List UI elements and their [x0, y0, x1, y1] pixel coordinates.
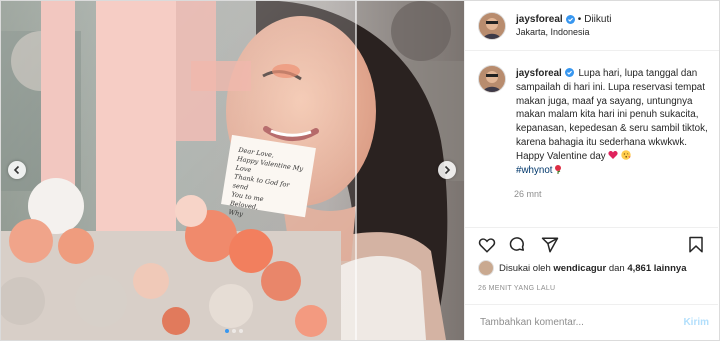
comments-section: jaysforeal Lupa hari, lupa tanggal dan s…	[478, 65, 708, 199]
caption-text-block: jaysforeal Lupa hari, lupa tanggal dan s…	[516, 67, 708, 177]
bookmark-icon	[689, 236, 703, 253]
share-button[interactable]	[541, 236, 559, 254]
carousel-prev-button[interactable]	[8, 161, 26, 179]
carousel-dot	[239, 329, 243, 333]
post-comment-button[interactable]: Kirim	[683, 317, 709, 328]
heart-outline-icon	[478, 238, 496, 253]
liker-avatar[interactable]	[478, 260, 494, 276]
instagram-post: Dear Love, Happy Valentine My Love Thank…	[0, 0, 720, 341]
caption-username-link[interactable]: jaysforeal	[516, 68, 562, 79]
verified-badge-icon	[565, 14, 575, 24]
avatar-image	[479, 12, 505, 39]
paper-plane-icon	[541, 237, 559, 253]
hashtag-link[interactable]: #whynot	[516, 165, 553, 176]
caption-author-avatar[interactable]	[478, 65, 506, 93]
posted-timestamp[interactable]: 26 MENIT YANG LALU	[478, 285, 555, 292]
save-button[interactable]	[687, 236, 705, 254]
follow-status-button[interactable]: Diikuti	[584, 13, 611, 26]
comment-button[interactable]	[509, 236, 527, 254]
author-avatar[interactable]	[478, 11, 506, 40]
like-button[interactable]	[478, 236, 496, 254]
likes-connector: dan	[608, 262, 625, 274]
comment-input[interactable]	[478, 316, 672, 329]
face-blowing-kiss-emoji-icon	[621, 150, 631, 160]
carousel-indicator	[225, 329, 243, 333]
header-separator: •	[577, 13, 582, 25]
verified-badge-icon	[564, 68, 574, 77]
likes-prefix: Disukai oleh	[499, 262, 551, 274]
caption-comment: jaysforeal Lupa hari, lupa tanggal dan s…	[478, 65, 708, 177]
post-header: jaysforeal • Diikuti Jakarta, Indonesia	[465, 1, 719, 51]
likes-count-link[interactable]: 4,861 lainnya	[627, 263, 686, 274]
location-link[interactable]: Jakarta, Indonesia	[516, 26, 611, 39]
carousel-dot	[225, 329, 229, 333]
chevron-right-icon	[444, 165, 451, 175]
carousel-next-button[interactable]	[438, 161, 456, 179]
handwritten-card-note: Dear Love, Happy Valentine My Love Thank…	[227, 145, 304, 219]
add-comment-form: Kirim	[465, 304, 718, 340]
avatar-image	[479, 66, 505, 92]
chevron-left-icon	[13, 165, 20, 175]
photo-scene	[1, 1, 464, 340]
red-heart-emoji-icon	[608, 150, 619, 159]
post-side-panel: jaysforeal • Diikuti Jakarta, Indonesia	[464, 1, 719, 340]
first-liker-link[interactable]: wendicagur	[553, 263, 606, 274]
action-bar	[465, 227, 718, 257]
rose-emoji-icon	[554, 164, 561, 174]
caption-text: Lupa hari, lupa tanggal dan sampailah di…	[516, 68, 708, 162]
likes-summary: Disukai oleh wendicagur dan 4,861 lainny…	[478, 260, 686, 276]
carousel-dot	[232, 329, 236, 333]
post-photo[interactable]: Dear Love, Happy Valentine My Love Thank…	[1, 1, 464, 340]
caption-time-ago: 26 mnt	[514, 189, 542, 200]
speech-bubble-icon	[509, 237, 524, 251]
author-username-link[interactable]: jaysforeal	[516, 13, 563, 26]
